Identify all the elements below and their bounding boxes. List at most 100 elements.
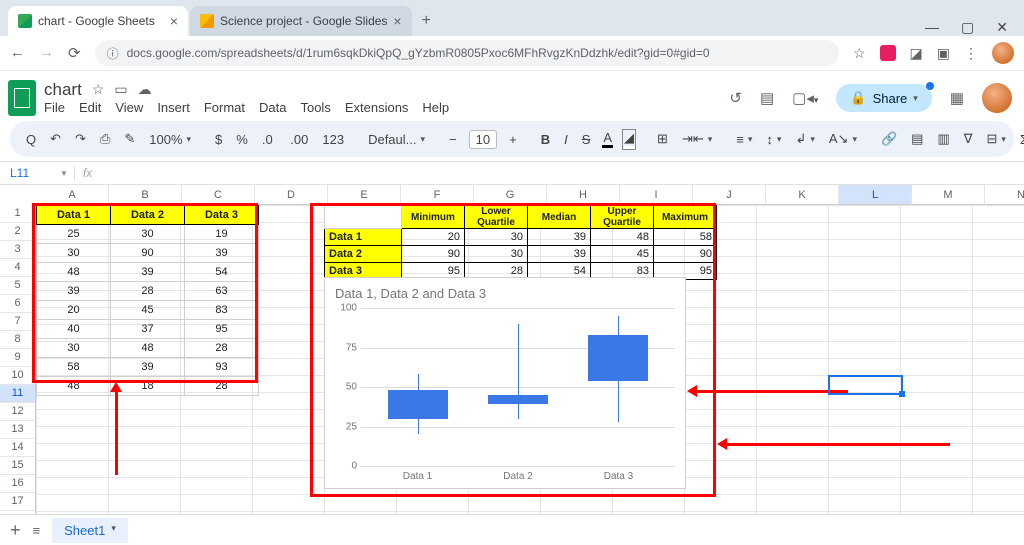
italic-icon[interactable]: I	[562, 130, 570, 149]
search-menu-icon[interactable]: Q	[24, 130, 38, 149]
row-header[interactable]: 2	[0, 223, 36, 241]
row-header[interactable]: 1	[0, 205, 36, 223]
menu-data[interactable]: Data	[259, 101, 286, 115]
paint-format-icon[interactable]: ✎	[122, 129, 137, 149]
column-header[interactable]: H	[547, 185, 620, 205]
text-color-icon[interactable]: A	[602, 130, 613, 148]
halign-icon[interactable]: ≡▾	[734, 130, 754, 149]
valign-icon[interactable]: ↕▾	[764, 130, 783, 149]
doc-name[interactable]: chart	[44, 81, 82, 100]
quick-sidebar-icon[interactable]: ▦	[950, 89, 964, 107]
increase-decimal-icon[interactable]: .00	[288, 130, 310, 149]
url-input[interactable]: ⓘ docs.google.com/spreadsheets/d/1rum6sq…	[95, 40, 839, 66]
strike-icon[interactable]: S	[580, 130, 593, 149]
filter-views-icon[interactable]: ⊟▾	[984, 129, 1007, 149]
column-header[interactable]: C	[182, 185, 255, 205]
redo-icon[interactable]: ↷	[73, 129, 88, 149]
row-header[interactable]: 12	[0, 403, 36, 421]
row-header[interactable]: 6	[0, 295, 36, 313]
bold-icon[interactable]: B	[539, 130, 552, 149]
chrome-menu-icon[interactable]: ⋮	[964, 45, 978, 62]
row-header[interactable]: 16	[0, 475, 36, 493]
row-header[interactable]: 15	[0, 457, 36, 475]
column-header[interactable]: F	[401, 185, 474, 205]
history-icon[interactable]: ↺	[729, 89, 742, 107]
fill-color-icon[interactable]: ◢	[623, 130, 635, 149]
chrome-tab-sheets[interactable]: chart - Google Sheets ×	[8, 6, 188, 36]
sheet-tab[interactable]: Sheet1 ▾	[52, 518, 128, 543]
column-header[interactable]: E	[328, 185, 401, 205]
spreadsheet-grid[interactable]: ABCDEFGHIJKLMNO 123456789101112131415161…	[0, 185, 1024, 545]
currency-icon[interactable]: $	[213, 130, 224, 149]
close-icon[interactable]: ×	[393, 13, 401, 29]
menu-extensions[interactable]: Extensions	[345, 101, 409, 115]
row-header[interactable]: 4	[0, 259, 36, 277]
menu-format[interactable]: Format	[204, 101, 245, 115]
column-header[interactable]: I	[620, 185, 693, 205]
candlestick-chart[interactable]: Data 1, Data 2 and Data 3 0255075100Data…	[324, 277, 686, 489]
cloud-status-icon[interactable]: ☁	[138, 82, 152, 97]
sheets-logo-icon[interactable]	[8, 80, 36, 116]
borders-icon[interactable]: ⊞	[655, 129, 670, 149]
rotate-icon[interactable]: A↘▾	[827, 129, 859, 149]
extension-icon[interactable]: ▣	[937, 45, 950, 62]
font-size-dec[interactable]: −	[447, 130, 459, 149]
name-box-dropdown-icon[interactable]: ▼	[60, 169, 74, 178]
row-header[interactable]: 8	[0, 331, 36, 349]
column-header[interactable]: L	[839, 185, 912, 205]
row-header[interactable]: 17	[0, 493, 36, 511]
nav-reload-icon[interactable]: ⟳	[68, 44, 81, 62]
share-button[interactable]: 🔒 Share ▾	[836, 84, 931, 112]
close-icon[interactable]: ×	[170, 13, 178, 29]
row-header[interactable]: 13	[0, 421, 36, 439]
font-size-input[interactable]: 10	[469, 130, 497, 149]
column-header[interactable]: J	[693, 185, 766, 205]
row-header[interactable]: 7	[0, 313, 36, 331]
filter-icon[interactable]: ∇	[962, 129, 975, 149]
percent-icon[interactable]: %	[234, 130, 250, 149]
print-icon[interactable]: ⎙	[98, 129, 112, 149]
maximize-icon[interactable]: ▢	[961, 19, 974, 36]
bookmark-icon[interactable]: ☆	[853, 45, 866, 62]
meet-icon[interactable]: ▢◂▾	[792, 89, 818, 107]
merge-icon[interactable]: ⇥⇤▾	[680, 129, 714, 149]
selected-cell[interactable]	[828, 375, 903, 395]
menu-file[interactable]: File	[44, 101, 65, 115]
font-select[interactable]: Defaul...▾	[366, 130, 427, 149]
nav-back-icon[interactable]: ←	[10, 44, 25, 62]
new-tab-button[interactable]: +	[414, 6, 439, 36]
menu-insert[interactable]: Insert	[157, 101, 190, 115]
column-header[interactable]: A	[36, 185, 109, 205]
menu-tools[interactable]: Tools	[300, 101, 330, 115]
menu-edit[interactable]: Edit	[79, 101, 101, 115]
row-header[interactable]: 5	[0, 277, 36, 295]
menu-help[interactable]: Help	[422, 101, 449, 115]
column-header[interactable]: M	[912, 185, 985, 205]
column-header[interactable]: K	[766, 185, 839, 205]
row-header[interactable]: 10	[0, 367, 36, 385]
undo-icon[interactable]: ↶	[48, 129, 63, 149]
row-header[interactable]: 9	[0, 349, 36, 367]
menu-view[interactable]: View	[115, 101, 143, 115]
column-header[interactable]: D	[255, 185, 328, 205]
star-icon[interactable]: ☆	[92, 82, 105, 97]
column-header[interactable]: G	[474, 185, 547, 205]
minimize-icon[interactable]: —	[925, 19, 939, 36]
row-header[interactable]: 3	[0, 241, 36, 259]
stats-table[interactable]: MinimumLower QuartileMedianUpper Quartil…	[324, 205, 717, 280]
insert-chart-icon[interactable]: ▥	[935, 129, 951, 149]
close-window-icon[interactable]: ✕	[996, 19, 1008, 36]
column-header[interactable]: N	[985, 185, 1024, 205]
comments-icon[interactable]: ▤	[760, 89, 774, 107]
comment-icon[interactable]: ▤	[909, 129, 925, 149]
profile-avatar-icon[interactable]	[992, 42, 1014, 64]
number-format-icon[interactable]: 123	[320, 130, 346, 149]
data-table-1[interactable]: Data 1Data 2Data 32530193090394839543928…	[36, 205, 259, 396]
zoom-select[interactable]: 100%▾	[147, 130, 193, 149]
add-sheet-icon[interactable]: +	[10, 520, 21, 541]
move-icon[interactable]: ▭	[114, 82, 127, 97]
account-avatar-icon[interactable]	[982, 83, 1012, 113]
row-header[interactable]: 14	[0, 439, 36, 457]
column-header[interactable]: B	[109, 185, 182, 205]
site-info-icon[interactable]: ⓘ	[107, 45, 119, 62]
